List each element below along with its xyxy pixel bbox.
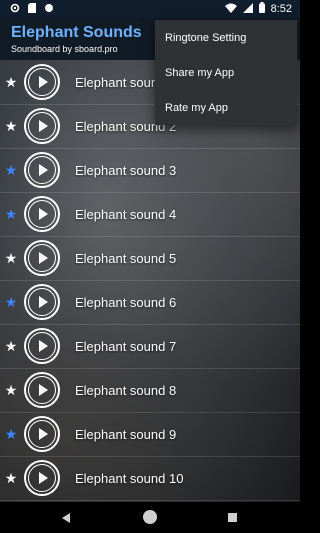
favorite-star-icon[interactable]: ★: [0, 338, 22, 355]
favorite-star-icon[interactable]: ★: [0, 118, 22, 135]
home-icon[interactable]: [143, 510, 157, 524]
play-icon: [28, 376, 56, 404]
menu-item-ringtone-setting[interactable]: Ringtone Setting: [165, 32, 246, 44]
play-button[interactable]: [24, 372, 60, 408]
favorite-star-icon[interactable]: ★: [0, 206, 22, 223]
menu-item-share-app[interactable]: Share my App: [165, 67, 234, 79]
play-button[interactable]: [24, 64, 60, 100]
play-button[interactable]: [24, 328, 60, 364]
favorite-star-icon[interactable]: ★: [0, 294, 22, 311]
sound-label: Elephant sound 7: [75, 338, 177, 354]
app-subtitle: Soundboard by sboard.pro: [11, 44, 118, 54]
sound-row[interactable]: ★ Elephant sound 9: [0, 412, 300, 457]
play-button[interactable]: [24, 240, 60, 276]
overflow-menu: Ringtone Setting Share my App Rate my Ap…: [155, 20, 297, 125]
play-icon: [28, 112, 56, 140]
sound-label: Elephant sound 4: [75, 206, 177, 222]
play-icon: [28, 464, 56, 492]
status-time: 8:52: [270, 3, 292, 15]
menu-item-rate-app[interactable]: Rate my App: [165, 102, 228, 114]
sound-label: Elephant sound 9: [75, 426, 177, 442]
recents-icon[interactable]: [228, 513, 237, 522]
play-button[interactable]: [24, 284, 60, 320]
play-icon: [28, 288, 56, 316]
sound-row[interactable]: ★ Elephant sound 3: [0, 148, 300, 193]
sound-label: Elephant sound 6: [75, 294, 177, 310]
battery-icon: [258, 2, 265, 16]
navigation-bar: [0, 502, 300, 533]
sound-row[interactable]: ★ Elephant sound 4: [0, 192, 300, 237]
play-icon: [28, 200, 56, 228]
favorite-star-icon[interactable]: ★: [0, 162, 22, 179]
sound-row[interactable]: ★ Elephant sound 10: [0, 456, 300, 501]
sound-row[interactable]: ★ Elephant sound 7: [0, 324, 300, 369]
play-icon: [28, 332, 56, 360]
circle-icon: [44, 3, 54, 16]
play-button[interactable]: [24, 416, 60, 452]
sound-label: Elephant sound 8: [75, 382, 177, 398]
play-button[interactable]: [24, 108, 60, 144]
sd-card-icon: [28, 2, 36, 16]
play-button[interactable]: [24, 196, 60, 232]
favorite-star-icon[interactable]: ★: [0, 250, 22, 267]
favorite-star-icon[interactable]: ★: [0, 470, 22, 487]
back-icon[interactable]: [62, 513, 70, 523]
sound-row[interactable]: ★ Elephant sound 8: [0, 368, 300, 413]
favorite-star-icon[interactable]: ★: [0, 74, 22, 91]
favorite-star-icon[interactable]: ★: [0, 382, 22, 399]
sound-row[interactable]: ★ Elephant sound 5: [0, 236, 300, 281]
wifi-icon: [224, 3, 237, 16]
status-bar: 8:52: [0, 0, 300, 18]
play-icon: [28, 156, 56, 184]
settings-icon: [10, 3, 20, 16]
signal-icon: [242, 2, 253, 16]
sound-list-area[interactable]: ★ Elephant sound 1 ★ Elephant sound 2 ★ Eleph…: [0, 60, 300, 502]
play-icon: [28, 244, 56, 272]
play-button[interactable]: [24, 152, 60, 188]
sound-row[interactable]: ★ Elephant sound 6: [0, 280, 300, 325]
sound-label: Elephant sound 3: [75, 162, 177, 178]
play-icon: [28, 68, 56, 96]
app-title: Elephant Sounds: [11, 24, 142, 41]
sound-label: Elephant sound 10: [75, 470, 184, 486]
sound-label: Elephant sound 5: [75, 250, 177, 266]
play-button[interactable]: [24, 460, 60, 496]
play-icon: [28, 420, 56, 448]
favorite-star-icon[interactable]: ★: [0, 426, 22, 443]
